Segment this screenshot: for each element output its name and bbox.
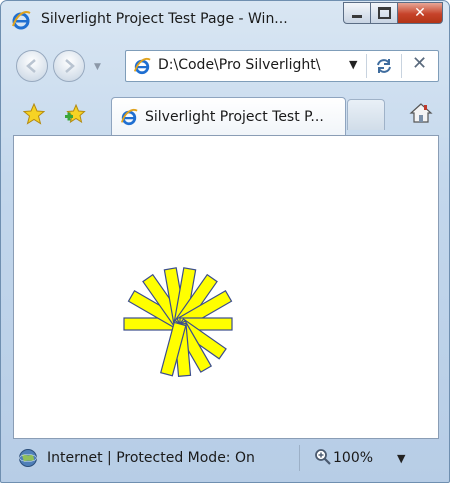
divider <box>299 445 300 471</box>
page-content <box>13 135 439 439</box>
home-icon[interactable] <box>409 101 433 125</box>
tab-bar: Silverlight Project Test P... <box>1 89 449 135</box>
minimize-icon <box>352 14 362 18</box>
new-tab-button[interactable] <box>347 99 385 130</box>
address-dropdown-icon[interactable]: ▼ <box>349 58 357 71</box>
refresh-icon[interactable] <box>373 55 395 77</box>
window-title: Silverlight Project Test Page - Win... <box>41 11 288 27</box>
caption-buttons: ✕ <box>343 2 443 24</box>
globe-icon <box>19 449 37 467</box>
maximize-icon <box>377 7 391 19</box>
security-zone-status[interactable]: Internet | Protected Mode: On <box>47 450 255 466</box>
address-bar[interactable]: D:\Code\Pro Silverlight\ ▼ ✕ <box>125 50 439 82</box>
minimize-button[interactable] <box>343 2 371 24</box>
back-button[interactable] <box>16 50 48 82</box>
close-icon: ✕ <box>414 5 426 21</box>
forward-button[interactable] <box>53 50 85 82</box>
browser-window: Silverlight Project Test Page - Win... ✕… <box>0 0 450 483</box>
pinwheel-drawing <box>123 267 233 377</box>
page-icon <box>120 108 138 126</box>
navigation-bar: ▼ D:\Code\Pro Silverlight\ ▼ ✕ <box>1 41 449 87</box>
close-button[interactable]: ✕ <box>398 2 443 24</box>
zoom-dropdown-icon[interactable]: ▼ <box>397 452 405 465</box>
favorites-star-icon[interactable] <box>23 103 45 125</box>
divider <box>401 54 402 78</box>
pinwheel-group <box>123 267 233 377</box>
add-favorites-icon[interactable] <box>64 103 86 125</box>
page-icon <box>133 57 151 75</box>
zoom-level[interactable]: 100% <box>333 450 373 466</box>
status-bar: Internet | Protected Mode: On 100% ▼ <box>1 439 449 482</box>
divider <box>366 54 367 78</box>
stop-icon[interactable]: ✕ <box>412 53 427 74</box>
tab-label: Silverlight Project Test P... <box>145 109 324 125</box>
title-bar[interactable]: Silverlight Project Test Page - Win... ✕ <box>1 1 449 39</box>
address-input[interactable]: D:\Code\Pro Silverlight\ <box>158 57 321 73</box>
zoom-icon[interactable] <box>314 448 332 466</box>
internet-explorer-icon <box>12 11 31 30</box>
tab-silverlight-test-page[interactable]: Silverlight Project Test P... <box>111 97 346 135</box>
maximize-button[interactable] <box>371 2 398 24</box>
recent-pages-dropdown-icon[interactable]: ▼ <box>94 62 101 72</box>
forward-arrow-icon <box>65 59 75 73</box>
back-arrow-icon <box>26 59 36 73</box>
